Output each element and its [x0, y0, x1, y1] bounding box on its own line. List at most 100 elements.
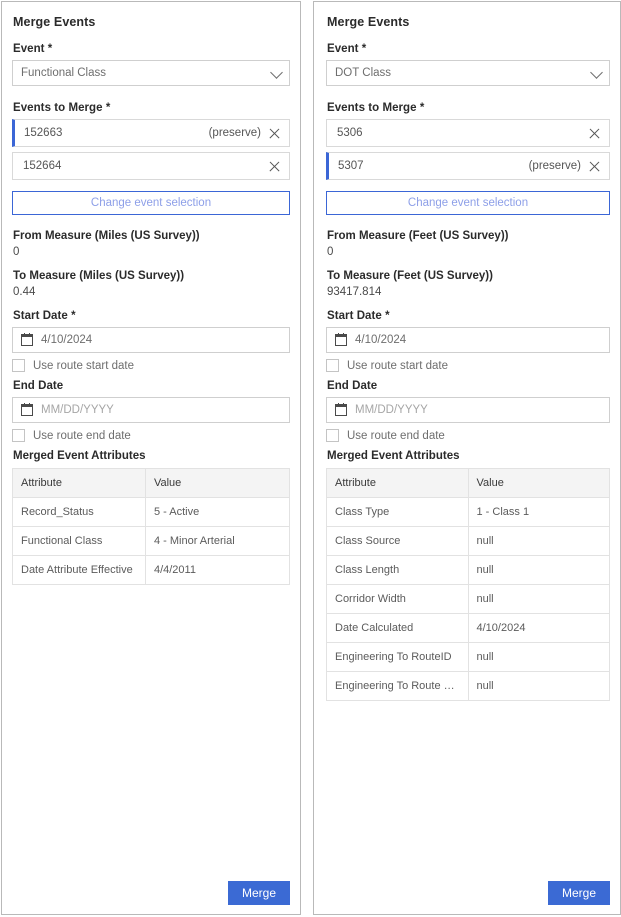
event-label: Event * [13, 43, 290, 55]
event-item[interactable]: 152664 [12, 152, 290, 180]
events-to-merge-label: Events to Merge * [327, 102, 610, 114]
table-header-row: AttributeValue [327, 469, 610, 498]
cell-value: null [468, 585, 610, 614]
table-row: Functional Class4 - Minor Arterial [13, 527, 290, 556]
checkbox-use-route-end-date[interactable] [326, 429, 339, 442]
merged-event-attributes-table: AttributeValueClass Type1 - Class 1Class… [326, 468, 610, 701]
close-icon[interactable] [268, 127, 281, 140]
event-item-preserve-tag: (preserve) [529, 160, 581, 172]
events-to-merge-label: Events to Merge * [13, 102, 290, 114]
cell-attribute: Engineering To RouteID [327, 643, 469, 672]
event-item-id: 152664 [23, 160, 268, 172]
use-route-end-date-row[interactable]: Use route end date [12, 429, 290, 442]
merged-event-attributes-title: Merged Event Attributes [327, 450, 610, 462]
cell-value: 4/4/2011 [145, 556, 289, 585]
start-date-value: 4/10/2024 [355, 334, 406, 346]
cell-attribute: Date Calculated [327, 614, 469, 643]
events-to-merge-list: 152663(preserve) 152664 [12, 119, 290, 180]
start-date-label: Start Date * [13, 310, 290, 322]
calendar-icon [335, 334, 347, 346]
checkbox-use-route-start-date[interactable] [12, 359, 25, 372]
checkbox-use-route-start-date[interactable] [326, 359, 339, 372]
change-event-selection-button[interactable]: Change event selection [12, 191, 290, 215]
event-select-value: DOT Class [335, 67, 391, 79]
table-row: Class Sourcenull [327, 527, 610, 556]
cell-attribute: Date Attribute Effective [13, 556, 146, 585]
panel-content-right: Merge EventsEvent *DOT ClassEvents to Me… [314, 2, 620, 701]
event-item[interactable]: 152663(preserve) [12, 119, 290, 147]
merge-button[interactable]: Merge [228, 881, 290, 905]
column-header-attribute: Attribute [13, 469, 146, 498]
panel-content-left: Merge EventsEvent *Functional ClassEvent… [2, 2, 300, 585]
merged-event-attributes-table: AttributeValueRecord_Status5 - ActiveFun… [12, 468, 290, 585]
calendar-icon [21, 404, 33, 416]
merge-button[interactable]: Merge [548, 881, 610, 905]
to-measure-value: 93417.814 [327, 286, 610, 298]
change-event-selection-button[interactable]: Change event selection [326, 191, 610, 215]
event-item[interactable]: 5307(preserve) [326, 152, 610, 180]
panel-footer-right: Merge [314, 872, 620, 914]
merge-events-panel-left: Merge EventsEvent *Functional ClassEvent… [1, 1, 301, 915]
start-date-value: 4/10/2024 [41, 334, 92, 346]
table-row: Date Attribute Effective4/4/2011 [13, 556, 290, 585]
cell-value: null [468, 527, 610, 556]
merge-events-panel-right: Merge EventsEvent *DOT ClassEvents to Me… [313, 1, 621, 915]
close-icon[interactable] [268, 160, 281, 173]
end-date-value: MM/DD/YYYY [41, 404, 114, 416]
event-item[interactable]: 5306 [326, 119, 610, 147]
close-icon[interactable] [588, 127, 601, 140]
event-item-preserve-tag: (preserve) [209, 127, 261, 139]
cell-attribute: Class Length [327, 556, 469, 585]
table-row: Class Lengthnull [327, 556, 610, 585]
calendar-icon [335, 404, 347, 416]
events-to-merge-list: 5306 5307(preserve) [326, 119, 610, 180]
from-measure-value: 0 [13, 246, 290, 258]
event-select[interactable]: Functional Class [12, 60, 290, 86]
use-route-start-date-row[interactable]: Use route start date [326, 359, 610, 372]
table-row: Record_Status5 - Active [13, 498, 290, 527]
end-date-label: End Date [327, 380, 610, 392]
close-icon[interactable] [588, 160, 601, 173]
use-route-end-date-label: Use route end date [347, 430, 445, 442]
from-measure-label: From Measure (Feet (US Survey)) [327, 230, 610, 242]
cell-attribute: Class Source [327, 527, 469, 556]
from-measure-label: From Measure (Miles (US Survey)) [13, 230, 290, 242]
checkbox-use-route-end-date[interactable] [12, 429, 25, 442]
cell-value: 4/10/2024 [468, 614, 610, 643]
event-label: Event * [327, 43, 610, 55]
panel-footer-left: Merge [2, 872, 300, 914]
column-header-attribute: Attribute [327, 469, 469, 498]
use-route-end-date-row[interactable]: Use route end date [326, 429, 610, 442]
event-item-id: 152663 [24, 127, 209, 139]
chevron-down-icon [590, 66, 603, 79]
start-date-picker[interactable]: 4/10/2024 [12, 327, 290, 353]
end-date-picker[interactable]: MM/DD/YYYY [326, 397, 610, 423]
end-date-value: MM/DD/YYYY [355, 404, 428, 416]
table-row: Engineering To Route …null [327, 672, 610, 701]
table-row: Class Type1 - Class 1 [327, 498, 610, 527]
table-row: Date Calculated4/10/2024 [327, 614, 610, 643]
event-item-id: 5307 [338, 160, 529, 172]
use-route-start-date-label: Use route start date [347, 360, 448, 372]
from-measure-value: 0 [327, 246, 610, 258]
merge-events-screen: Merge EventsEvent *Functional ClassEvent… [0, 0, 621, 917]
event-select-value: Functional Class [21, 67, 106, 79]
cell-attribute: Record_Status [13, 498, 146, 527]
chevron-down-icon [270, 66, 283, 79]
event-select[interactable]: DOT Class [326, 60, 610, 86]
merged-event-attributes-title: Merged Event Attributes [13, 450, 290, 462]
to-measure-label: To Measure (Miles (US Survey)) [13, 270, 290, 282]
cell-attribute: Class Type [327, 498, 469, 527]
calendar-icon [21, 334, 33, 346]
column-header-value: Value [468, 469, 610, 498]
start-date-picker[interactable]: 4/10/2024 [326, 327, 610, 353]
table-row: Engineering To RouteIDnull [327, 643, 610, 672]
end-date-picker[interactable]: MM/DD/YYYY [12, 397, 290, 423]
cell-attribute: Corridor Width [327, 585, 469, 614]
start-date-label: Start Date * [327, 310, 610, 322]
cell-value: 4 - Minor Arterial [145, 527, 289, 556]
cell-value: 1 - Class 1 [468, 498, 610, 527]
use-route-start-date-row[interactable]: Use route start date [12, 359, 290, 372]
to-measure-label: To Measure (Feet (US Survey)) [327, 270, 610, 282]
column-header-value: Value [145, 469, 289, 498]
